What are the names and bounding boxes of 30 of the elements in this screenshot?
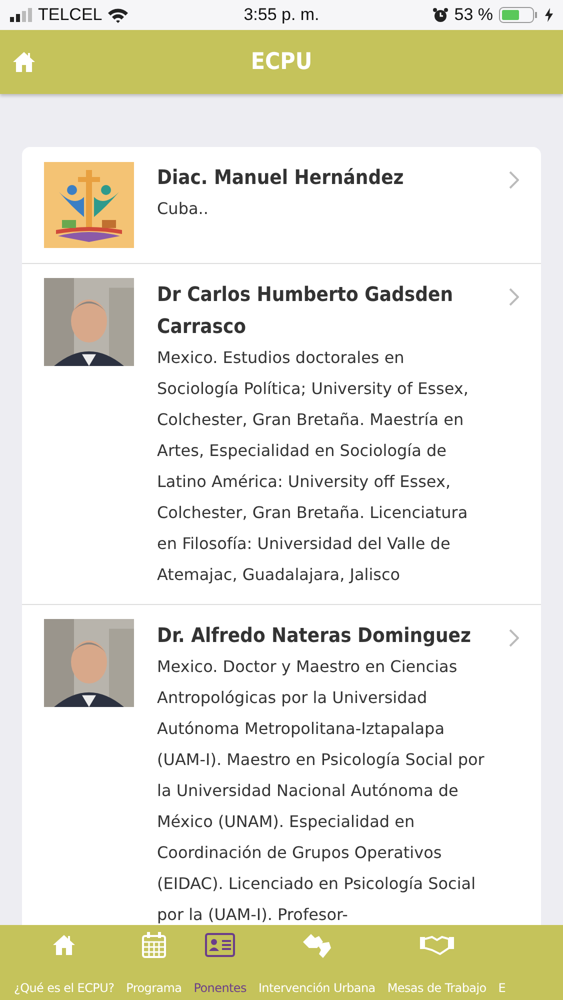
tab-item[interactable]: Intervención Urbana [252, 925, 382, 1000]
carrier-name: TELCEL [38, 5, 102, 25]
chevron-right-icon [509, 171, 519, 189]
clock-time: 3:55 p. m. [244, 5, 320, 25]
speaker-description: Cuba.. [157, 198, 210, 220]
handshake-icon [420, 934, 454, 956]
speaker-item[interactable]: Diac. Manuel Hernández Cuba.. [22, 147, 541, 264]
tab-item[interactable]: E [492, 925, 512, 1000]
speaker-description: Mexico. Estudios doctorales en Sociología Política; University of Essex, Colchester, Gran Bretaña. Maestría en Artes, Especialidad en Sociología de Latino América: University off Essex, Colchester, Gran Bretaña. Licenciatura en Filosofía: Universidad del Valle de Atemajac, Guadalajara, Jalisco [157, 347, 470, 586]
speaker-name: Dr Carlos Humberto Gadsden Carrasco [157, 281, 454, 340]
signal-icon [10, 8, 32, 22]
header-title: ECPU [250, 49, 312, 75]
home-icon [52, 934, 76, 956]
battery-icon [498, 7, 539, 23]
tab-item[interactable]: Programa [120, 925, 188, 1000]
speaker-name: Dr. Alfredo Nateras Dominguez [157, 622, 472, 649]
chevron-right-icon [509, 288, 519, 306]
wifi-icon [108, 8, 128, 22]
alarm-icon [433, 8, 448, 22]
tab-item[interactable]: ¿Qué es el ECPU? [0, 925, 120, 1000]
speaker-name: Diac. Manuel Hernández [157, 164, 405, 191]
charging-icon [544, 8, 553, 22]
tab-item[interactable]: Mesas de Trabajo [381, 925, 492, 1000]
chevron-right-icon [509, 629, 519, 647]
speaker-description: Mexico. Doctor y Maestro en Ciencias Antropológicas por la Universidad Autónoma Metropolitana-Iztapalapa (UAM-I). Maestro en Psicología Social por la Universidad Nacional Autónoma de México (UNAM). Especialidad en Coordinación de Grupos Operativos (EIDAC). Licenciado en Psicología Social por la (UAM-I). Profesor- [157, 656, 486, 925]
cross-logo-icon [44, 161, 134, 249]
battery-percent: 53 % [454, 5, 493, 25]
tab-item[interactable]: Ponentes [188, 925, 252, 1000]
id-card-icon [205, 933, 236, 957]
calendar-icon [142, 932, 166, 958]
